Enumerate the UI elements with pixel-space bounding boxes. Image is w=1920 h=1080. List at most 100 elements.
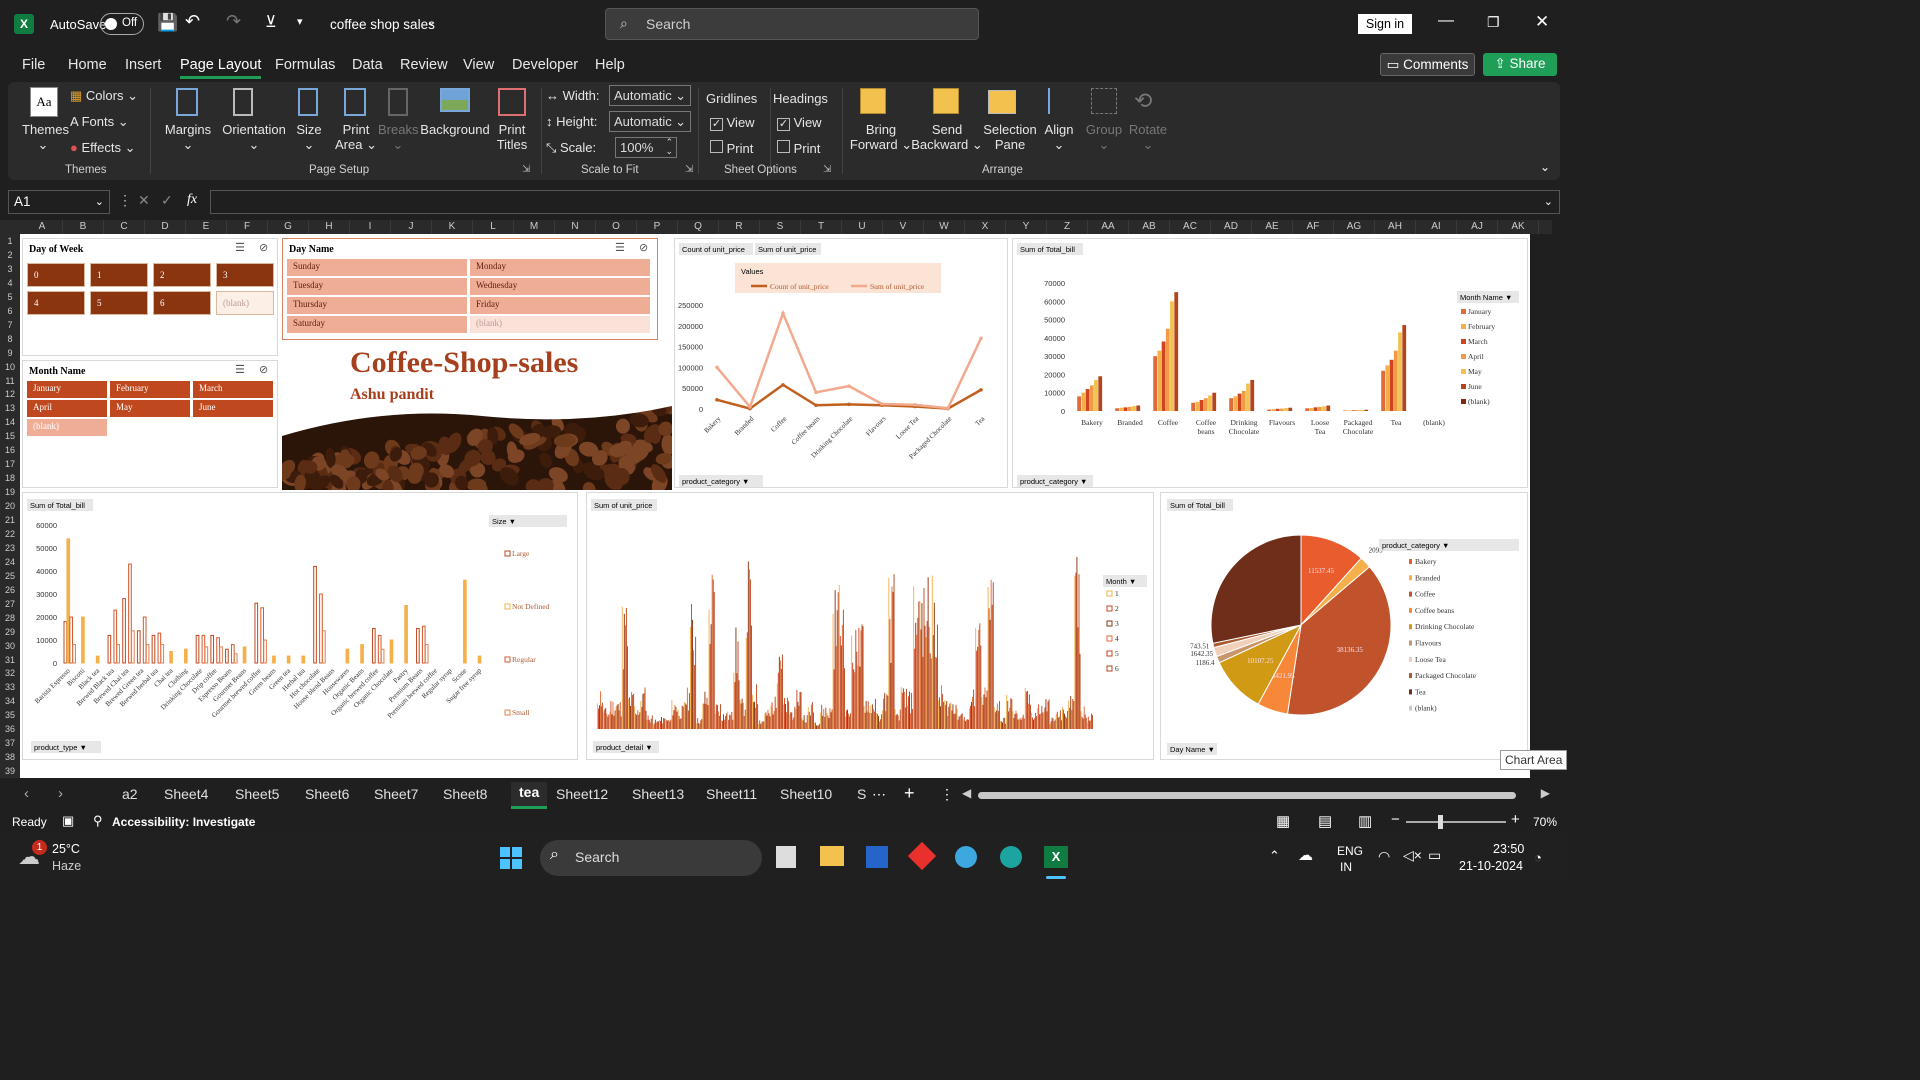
zoom-out-icon[interactable]: − — [1391, 811, 1400, 828]
slicer-item-(blank)[interactable]: (blank) — [216, 291, 274, 315]
column-header[interactable]: I — [350, 220, 391, 234]
taskbar-search[interactable]: ⌕ Search — [540, 840, 762, 876]
column-header[interactable]: P — [637, 220, 678, 234]
filter-icon[interactable]: ⊻ — [265, 12, 277, 32]
slicer-day-name[interactable]: Day Name ☰ ⊘ Sunday Monday Tuesday Wednesda… — [282, 238, 658, 340]
chart-unit-price-by-product-detail[interactable]: Sum of unit_price Month ▼ 1 2 3 4 5 6 product_de… — [586, 492, 1154, 760]
clear-filter-icon[interactable]: ⊘ — [259, 363, 268, 376]
column-header[interactable]: D — [145, 220, 186, 234]
column-header[interactable]: AD — [1211, 220, 1252, 234]
cancel-icon[interactable]: ✕ — [138, 192, 150, 209]
clear-filter-icon[interactable]: ⊘ — [639, 241, 648, 254]
orientation-button[interactable]: Orientation ⌄ — [216, 122, 292, 153]
accessibility-status[interactable]: Accessibility: Investigate — [112, 815, 255, 829]
row-header[interactable]: 19 — [0, 485, 20, 499]
lang-1[interactable]: ENG — [1337, 844, 1363, 858]
row-header[interactable]: 15 — [0, 429, 20, 443]
document-title[interactable]: coffee shop sales — [330, 17, 435, 32]
row-header[interactable]: 9 — [0, 346, 20, 360]
clock-time[interactable]: 23:50 — [1493, 842, 1524, 856]
clock-date[interactable]: 21-10-2024 — [1459, 859, 1523, 873]
chevron-down-icon[interactable]: ⌄ — [427, 15, 436, 28]
send-backward-button[interactable]: Send Backward ⌄ — [910, 122, 984, 153]
restore-icon[interactable]: ❐ — [1487, 14, 1500, 31]
row-header[interactable]: 32 — [0, 666, 20, 680]
chart-total-bill-by-month[interactable]: Sum of Total_bill 70000 60000 50000 40000 300… — [1012, 238, 1528, 488]
slicer-item-January[interactable]: January — [27, 381, 107, 398]
row-header[interactable]: 14 — [0, 415, 20, 429]
slicer-item-(blank)[interactable]: (blank) — [27, 419, 107, 436]
multi-select-icon[interactable]: ☰ — [235, 241, 245, 254]
zoom-in-icon[interactable]: + — [1511, 811, 1520, 828]
more-sheets-icon[interactable]: ⋯ — [872, 786, 886, 803]
scale-launcher-icon[interactable]: ⇲ — [685, 164, 693, 175]
save-icon[interactable]: 💾 — [157, 13, 178, 33]
row-header[interactable]: 6 — [0, 304, 20, 318]
slicer-item-April[interactable]: April — [27, 400, 107, 417]
column-header[interactable]: A — [22, 220, 63, 234]
bring-forward-button[interactable]: Bring Forward ⌄ — [846, 122, 916, 153]
column-header[interactable]: Q — [678, 220, 719, 234]
app-excel-icon[interactable]: X — [1044, 846, 1068, 868]
menu-insert[interactable]: Insert — [125, 57, 161, 73]
row-header[interactable]: 37 — [0, 736, 20, 750]
row-header[interactable]: 16 — [0, 443, 20, 457]
slicer-item-0[interactable]: 0 — [27, 263, 85, 287]
sheet-tab-Sheet4[interactable]: Sheet4 — [164, 786, 208, 802]
column-header[interactable]: J — [391, 220, 432, 234]
column-header[interactable]: AI — [1416, 220, 1457, 234]
slicer-item-5[interactable]: 5 — [90, 291, 148, 315]
multi-select-icon[interactable]: ☰ — [235, 363, 245, 376]
scroll-left-icon[interactable]: ‹ — [24, 785, 29, 802]
app-file-explorer-icon[interactable] — [820, 846, 844, 866]
windows-start-icon[interactable] — [500, 847, 522, 869]
colors-button[interactable]: ▦ Colors ⌄ — [70, 88, 138, 104]
slicer-item-4[interactable]: 4 — [27, 291, 85, 315]
row-header[interactable]: 33 — [0, 680, 20, 694]
sheet-tab-Sheet13[interactable]: Sheet13 — [632, 786, 684, 802]
sheet-tab-tea[interactable]: tea — [511, 782, 548, 809]
menu-developer[interactable]: Developer — [512, 57, 578, 73]
row-header[interactable]: 39 — [0, 764, 20, 778]
page-layout-view-icon[interactable]: ▤ — [1318, 812, 1332, 830]
sheet-tab-Sheet10[interactable]: Sheet10 — [780, 786, 832, 802]
chart-pie-product-category[interactable]: Sum of Total_bill 11537.45 2093 38136.35 542… — [1160, 492, 1528, 760]
share-button[interactable]: ⇪ Share — [1483, 53, 1557, 76]
slicer-item-Tuesday[interactable]: Tuesday — [287, 278, 467, 295]
sheet-tab-Sheet12[interactable]: Sheet12 — [556, 786, 608, 802]
comments-button[interactable]: ▭ Comments — [1380, 53, 1475, 76]
row-header[interactable]: 20 — [0, 499, 20, 513]
column-header[interactable]: L — [473, 220, 514, 234]
sign-in-button[interactable]: Sign in — [1358, 14, 1412, 34]
column-header[interactable]: G — [268, 220, 309, 234]
slicer-day-of-week[interactable]: Day of Week ☰ ⊘ 0 1 2 3 4 5 6 (blank) — [22, 238, 278, 356]
column-header[interactable]: C — [104, 220, 145, 234]
row-header[interactable]: 28 — [0, 611, 20, 625]
slicer-item-3[interactable]: 3 — [216, 263, 274, 287]
sheet-tab-a2[interactable]: a2 — [122, 786, 138, 802]
themes-button[interactable]: Themes ⌄ — [22, 122, 69, 153]
undo-icon[interactable]: ↶ — [185, 11, 200, 32]
page-break-view-icon[interactable]: ▥ — [1358, 812, 1372, 830]
autosave-toggle[interactable]: Off — [100, 13, 144, 35]
column-header[interactable]: M — [514, 220, 555, 234]
enter-icon[interactable]: ✓ — [161, 192, 173, 209]
row-header[interactable]: 2 — [0, 248, 20, 262]
more-options-icon[interactable]: ⋮ — [118, 192, 132, 209]
macro-icon[interactable]: ▣ — [62, 813, 74, 829]
column-header[interactable]: S — [760, 220, 801, 234]
row-header[interactable]: 1 — [0, 234, 20, 248]
row-header[interactable]: 22 — [0, 527, 20, 541]
column-header[interactable]: H — [309, 220, 350, 234]
battery-icon[interactable]: ▭ — [1428, 847, 1441, 864]
app-edge-icon[interactable] — [1000, 846, 1022, 868]
selection-pane-button[interactable]: Selection Pane — [980, 122, 1040, 152]
headings-print-checkbox[interactable]: Print — [777, 140, 820, 156]
width-select[interactable]: Automatic ⌄ — [609, 85, 691, 106]
close-icon[interactable]: ✕ — [1535, 12, 1549, 32]
row-header[interactable]: 25 — [0, 569, 20, 583]
row-header[interactable]: 38 — [0, 750, 20, 764]
app-store-icon[interactable] — [866, 846, 888, 868]
margins-button[interactable]: Margins ⌄ — [164, 122, 212, 153]
column-header[interactable]: F — [227, 220, 268, 234]
